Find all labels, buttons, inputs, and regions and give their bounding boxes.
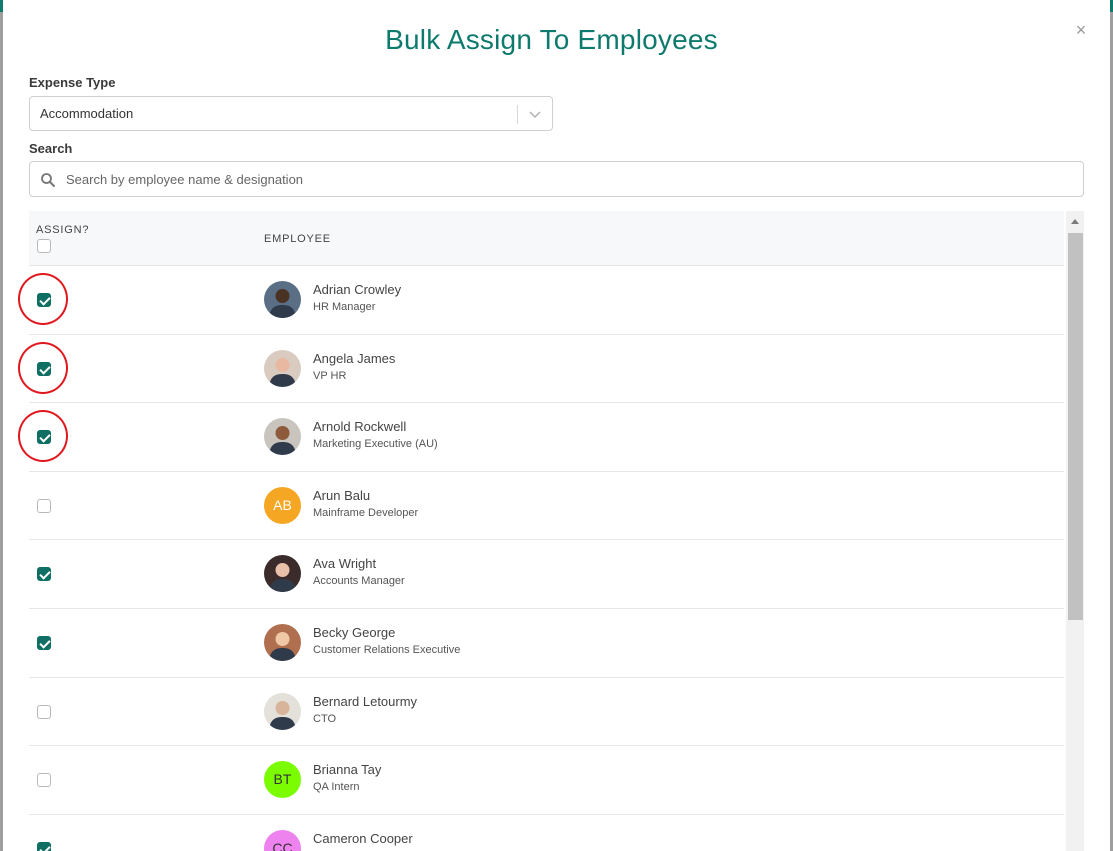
search-icon <box>41 173 55 187</box>
table-body: Adrian Crowley HR Manager Angela James VP H… <box>29 266 1064 851</box>
select-all-checkbox-box[interactable] <box>37 239 51 253</box>
employee-name: Arnold Rockwell <box>313 419 407 435</box>
person-photo-icon <box>269 631 296 661</box>
employee-name: Angela James <box>313 350 396 366</box>
employee-designation: QA Intern <box>313 781 360 794</box>
employee-designation: VP HR <box>313 369 347 382</box>
table-row: Ava Wright Accounts Manager <box>29 540 1064 609</box>
table-scrollbar[interactable] <box>1066 211 1084 851</box>
table-row: Arnold Rockwell Marketing Executive (AU) <box>29 403 1064 472</box>
close-button[interactable]: × <box>1071 20 1091 40</box>
select-all-checkbox[interactable] <box>37 239 51 253</box>
employee-table: ASSIGN? EMPLOYEE Adrian Crowley HR Manage… <box>29 211 1084 851</box>
expense-type-select[interactable]: Accommodation <box>29 96 553 131</box>
expense-type-label: Expense Type <box>29 75 116 90</box>
avatar: CC <box>264 829 301 851</box>
assign-checkbox[interactable] <box>37 704 51 719</box>
modal-title: Bulk Assign To Employees <box>385 24 718 55</box>
checkbox-checked-icon[interactable] <box>37 567 51 582</box>
person-photo-icon <box>269 563 296 593</box>
table-row: Becky George Customer Relations Executive <box>29 608 1064 678</box>
search-label: Search <box>29 141 73 156</box>
assign-checkbox[interactable] <box>37 498 51 513</box>
avatar <box>264 555 301 593</box>
assign-checkbox[interactable] <box>37 841 51 851</box>
assign-column-header: ASSIGN? <box>36 224 90 236</box>
chevron-down-icon[interactable] <box>527 106 543 122</box>
checkbox-unchecked-icon[interactable] <box>37 704 51 719</box>
employee-name: Brianna Tay <box>313 762 382 778</box>
avatar <box>264 418 301 456</box>
table-row: CC Cameron Cooper <box>29 814 1064 851</box>
avatar <box>264 349 301 387</box>
person-photo-icon <box>269 289 296 318</box>
bulk-assign-modal: Bulk Assign To Employees × Expense Type … <box>3 0 1110 851</box>
scroll-thumb[interactable] <box>1068 233 1083 620</box>
red-circle-annotation <box>18 410 68 463</box>
checkbox-checked-icon[interactable] <box>37 635 51 650</box>
expense-type-value: Accommodation <box>40 106 134 121</box>
employee-designation: CTO <box>313 712 337 725</box>
employee-designation: Customer Relations Executive <box>313 643 461 656</box>
checkbox-unchecked-icon[interactable] <box>37 498 51 513</box>
employee-name: Arun Balu <box>313 487 371 503</box>
checkbox-checked-icon[interactable] <box>37 841 51 851</box>
employee-column-header: EMPLOYEE <box>264 233 331 245</box>
assign-checkbox[interactable] <box>37 635 51 650</box>
red-circle-annotation <box>18 341 68 394</box>
person-photo-icon <box>269 426 296 456</box>
table-row: Adrian Crowley HR Manager <box>29 266 1064 335</box>
table-header: ASSIGN? EMPLOYEE <box>29 211 1064 266</box>
checkbox-unchecked-icon[interactable] <box>37 773 51 788</box>
assign-checkbox[interactable] <box>37 567 51 582</box>
employee-name: Cameron Cooper <box>313 830 413 846</box>
table-row: AB Arun Balu Mainframe Developer <box>29 471 1064 541</box>
avatar <box>264 692 301 730</box>
avatar <box>264 623 301 661</box>
employee-name: Bernard Letourmy <box>313 693 418 709</box>
avatar <box>264 281 301 318</box>
employee-name: Ava Wright <box>313 556 377 572</box>
employee-designation: HR Manager <box>313 301 376 313</box>
person-photo-icon <box>269 700 296 730</box>
red-circle-annotation <box>18 273 68 325</box>
person-photo-icon <box>269 357 296 387</box>
search-box <box>29 161 1084 197</box>
avatar: BT <box>264 761 301 799</box>
employee-designation: Accounts Manager <box>313 575 405 588</box>
scroll-up-arrow-icon[interactable] <box>1071 219 1079 224</box>
avatar: AB <box>264 486 301 524</box>
table-row: BT Brianna Tay QA Intern <box>29 746 1064 815</box>
assign-checkbox[interactable] <box>37 773 51 788</box>
table-row: Bernard Letourmy CTO <box>29 677 1064 747</box>
select-separator <box>517 105 518 124</box>
employee-designation: Marketing Executive (AU) <box>313 438 438 451</box>
employee-name: Adrian Crowley <box>313 282 402 297</box>
table-row: Angela James VP HR <box>29 334 1064 404</box>
search-input[interactable] <box>66 163 1066 195</box>
employee-designation: Mainframe Developer <box>313 506 419 519</box>
employee-name: Becky George <box>313 624 396 640</box>
